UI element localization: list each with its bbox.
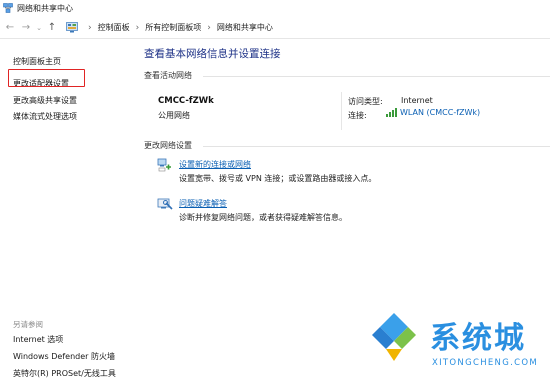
left-navigation-pane: 控制面板主页 更改适配器设置 更改高级共享设置 媒体流式处理选项 另请参阅 In… [0, 40, 133, 385]
forward-button[interactable]: → [18, 19, 34, 37]
arrow-up-icon: ↑ [47, 22, 57, 33]
network-type-link[interactable]: 公用网络 [158, 110, 190, 121]
link-media-streaming-options[interactable]: 媒体流式处理选项 [13, 111, 77, 122]
connection-label: 连接: [348, 111, 367, 120]
setup-new-connection-desc: 设置宽带、拨号或 VPN 连接；或设置路由器或接入点。 [179, 174, 377, 183]
address-bar: ← → ⌄ ↑ › 控制面板 › 所有控制面板项 › 网络和共享中心 [0, 17, 550, 39]
link-change-advanced-sharing[interactable]: 更改高级共享设置 [13, 95, 77, 106]
access-type-value: Internet [401, 96, 433, 105]
network-name: CMCC-fZWk [158, 96, 214, 106]
network-center-icon [3, 3, 13, 13]
connection-link[interactable]: WLAN (CMCC-fZWk) [386, 108, 480, 117]
see-also-heading: 另请参阅 [13, 320, 43, 329]
breadcrumb-control-panel[interactable]: 控制面板 [98, 22, 130, 33]
troubleshoot-icon [157, 198, 173, 210]
link-internet-options[interactable]: Internet 选项 [13, 334, 63, 345]
connection-value[interactable]: WLAN (CMCC-fZWk) [400, 108, 480, 117]
breadcrumb-all-items[interactable]: 所有控制面板项 [145, 22, 201, 33]
access-type-label: 访问类型: [348, 97, 383, 106]
page-title: 查看基本网络信息并设置连接 [144, 48, 281, 60]
troubleshoot-desc: 诊断并修复网络问题，或者获得疑难解答信息。 [179, 213, 347, 222]
arrow-right-icon: → [21, 22, 31, 33]
wifi-signal-icon [386, 108, 397, 117]
highlight-annotation-box [8, 69, 85, 87]
link-control-panel-home[interactable]: 控制面板主页 [13, 56, 61, 67]
breadcrumb-network-center[interactable]: 网络和共享中心 [217, 22, 273, 33]
breadcrumb-separator-icon: › [207, 22, 211, 33]
breadcrumb-separator-icon: › [135, 22, 140, 33]
recent-locations-button[interactable]: ⌄ [34, 19, 44, 37]
control-panel-icon [66, 22, 78, 33]
chevron-down-icon: ⌄ [36, 23, 42, 32]
up-button[interactable]: ↑ [44, 19, 60, 37]
section-divider [203, 76, 550, 77]
watermark: 系统城 XITONGCHENG.COM [360, 305, 550, 385]
section-divider [203, 146, 550, 147]
window-title: 网络和共享中心 [17, 3, 73, 13]
arrow-left-icon: ← [5, 22, 15, 33]
watermark-url: XITONGCHENG.COM [432, 358, 538, 368]
active-networks-heading: 查看活动网络 [144, 71, 192, 80]
watermark-logo-icon [372, 313, 416, 361]
link-intel-proset-wireless[interactable]: 英特尔(R) PROSet/无线工具 [13, 368, 116, 379]
breadcrumb: › 控制面板 › 所有控制面板项 › 网络和共享中心 [66, 19, 273, 37]
back-button[interactable]: ← [2, 19, 18, 37]
link-windows-defender-firewall[interactable]: Windows Defender 防火墙 [13, 351, 115, 362]
new-connection-icon [157, 158, 171, 172]
troubleshoot-link[interactable]: 问题疑难解答 [179, 198, 227, 209]
breadcrumb-separator-icon: › [88, 22, 92, 33]
watermark-name: 系统城 [430, 321, 526, 356]
vertical-divider [341, 92, 342, 130]
change-settings-heading: 更改网络设置 [144, 141, 192, 150]
setup-new-connection-link[interactable]: 设置新的连接或网络 [179, 159, 251, 170]
title-bar: 网络和共享中心 [0, 0, 550, 16]
